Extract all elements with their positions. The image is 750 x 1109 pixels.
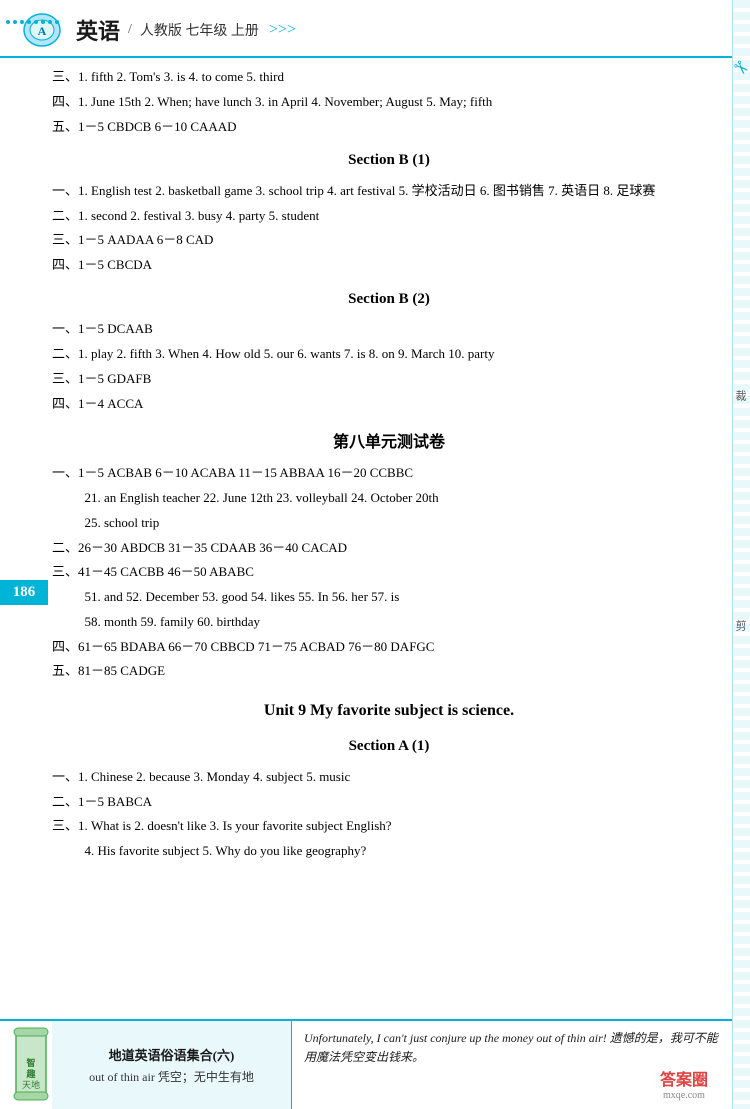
unit8-answers: 一、1－5 ACBAB 6－10 ACABA 11－15 ABBAA 16－20… [52,462,726,683]
pre-section-b1-answers: 三、1. fifth 2. Tom's 3. is 4. to come 5. … [52,66,726,138]
b1-answer-er: 二、1. second 2. festival 3. busy 4. party… [52,205,726,228]
footer-logo: 答案圈 mxqe.com [660,1066,708,1101]
prefix-yi-b1: 一、 [52,183,78,198]
scissors-icon: ✂ [728,56,750,82]
footer-translation-text: Unfortunately, I can't just conjure up t… [304,1031,718,1064]
right-decoration: ✂ 裁 剪 [732,0,750,1109]
a1-san: 三、1. What is 2. doesn't like 3. Is your … [52,815,726,838]
prefix-san-b1: 三、 [52,232,78,247]
prefix-san-1: 三、 [52,69,78,84]
a1-er: 二、1－5 BABCA [52,791,726,814]
section-a1-answers: 一、1. Chinese 2. because 3. Monday 4. sub… [52,766,726,863]
page-header: A 英语 / 人教版 七年级 上册 >>> [0,0,750,58]
prefix-yi-a1: 一、 [52,769,78,784]
grade-info-label: 人教版 七年级 上册 [140,20,259,40]
prefix-si-b2: 四、 [52,396,78,411]
answer-row-san-1: 三、1. fifth 2. Tom's 3. is 4. to come 5. … [52,66,726,89]
scroll-icon: 智 趣 天地 [8,1024,54,1104]
prefix-wu-u8: 五、 [52,663,78,678]
header-arrows: >>> [269,21,296,39]
prefix-er-u8: 二、 [52,540,78,555]
u8-san-2: 51. and 52. December 53. good 54. likes … [52,586,726,609]
header-dots [0,20,59,24]
unit-8-test-header: 第八单元测试卷 [52,429,726,456]
section-a1-header: Section A (1) [52,734,726,760]
prefix-san-a1: 三、 [52,818,78,833]
section-b2-header: Section B (2) [52,287,726,313]
prefix-si-b1: 四、 [52,257,78,272]
logo-main-text: 答案圈 [660,1066,708,1090]
u8-wu: 五、81－85 CADGE [52,660,726,683]
header-title-group: 英语 / 人教版 七年级 上册 >>> [76,14,296,46]
answer-row-wu-1: 五、1－5 CBDCB 6－10 CAAAD [52,116,726,139]
page-footer: 智 趣 天地 地道英语俗语集合(六) out of thin air 凭空；无中… [0,1019,732,1109]
answer-row-si-1: 四、1. June 15th 2. When; have lunch 3. in… [52,91,726,114]
u8-san-3: 58. month 59. family 60. birthday [52,611,726,634]
b2-answer-er: 二、1. play 2. fifth 3. When 4. How old 5.… [52,343,726,366]
u8-yi: 一、1－5 ACBAB 6－10 ACABA 11－15 ABBAA 16－20… [52,462,726,485]
a1-san-2: 4. His favorite subject 5. Why do you li… [52,840,726,863]
a1-yi: 一、1. Chinese 2. because 3. Monday 4. sub… [52,766,726,789]
prefix-si-1: 四、 [52,94,78,109]
section-b1-answers: 一、1. English test 2. basketball game 3. … [52,180,726,277]
u8-er: 二、26－30 ABDCB 31－35 CDAAB 36－40 CACAD [52,537,726,560]
svg-text:趣: 趣 [25,1068,36,1079]
b1-answer-yi: 一、1. English test 2. basketball game 3. … [52,180,726,203]
logo-sub-text: mxqe.com [660,1090,708,1101]
u8-si: 四、61－65 BDABA 66－70 CBBCD 71－75 ACBAD 76… [52,636,726,659]
cut-label-2: 剪 [732,620,748,633]
prefix-san-b2: 三、 [52,371,78,386]
unit-9-title: Unit 9 My favorite subject is science. [52,697,726,724]
svg-text:智: 智 [26,1057,35,1068]
prefix-san-u8: 三、 [52,564,78,579]
b1-answer-si: 四、1－5 CBCDA [52,254,726,277]
prefix-yi-b2: 一、 [52,321,78,336]
prefix-wu-1: 五、 [52,119,78,134]
b1-answer-san: 三、1－5 AADAA 6－8 CAD [52,229,726,252]
header-logo-icon: A [16,8,68,52]
footer-idiom-text: out of thin air 凭空；无中生有地 [89,1068,254,1085]
u8-yi-2: 21. an English teacher 22. June 12th 23.… [52,487,726,510]
b2-answer-yi: 一、1－5 DCAAB [52,318,726,341]
page-number-badge: 186 [0,580,48,605]
b2-answer-san: 三、1－5 GDAFB [52,368,726,391]
section-b2-answers: 一、1－5 DCAAB 二、1. play 2. fifth 3. When 4… [52,318,726,415]
prefix-er-b2: 二、 [52,346,78,361]
svg-text:A: A [38,24,47,38]
cut-label-1: 裁 [732,390,748,403]
prefix-yi-u8: 一、 [52,465,78,480]
subject-label: 英语 [76,14,120,46]
main-content: 三、1. fifth 2. Tom's 3. is 4. to come 5. … [0,58,750,873]
footer-idiom-block: 地道英语俗语集合(六) out of thin air 凭空；无中生有地 [52,1021,292,1109]
prefix-er-a1: 二、 [52,794,78,809]
footer-idiom-title: 地道英语俗语集合(六) [109,1045,235,1064]
u8-yi-3: 25. school trip [52,512,726,535]
b2-answer-si: 四、1－4 ACCA [52,393,726,416]
svg-text:天地: 天地 [22,1079,40,1090]
section-b1-header: Section B (1) [52,148,726,174]
header-divider: / [128,22,132,38]
prefix-si-u8: 四、 [52,639,78,654]
u8-san: 三、41－45 CACBB 46－50 ABABC [52,561,726,584]
prefix-er-b1: 二、 [52,208,78,223]
